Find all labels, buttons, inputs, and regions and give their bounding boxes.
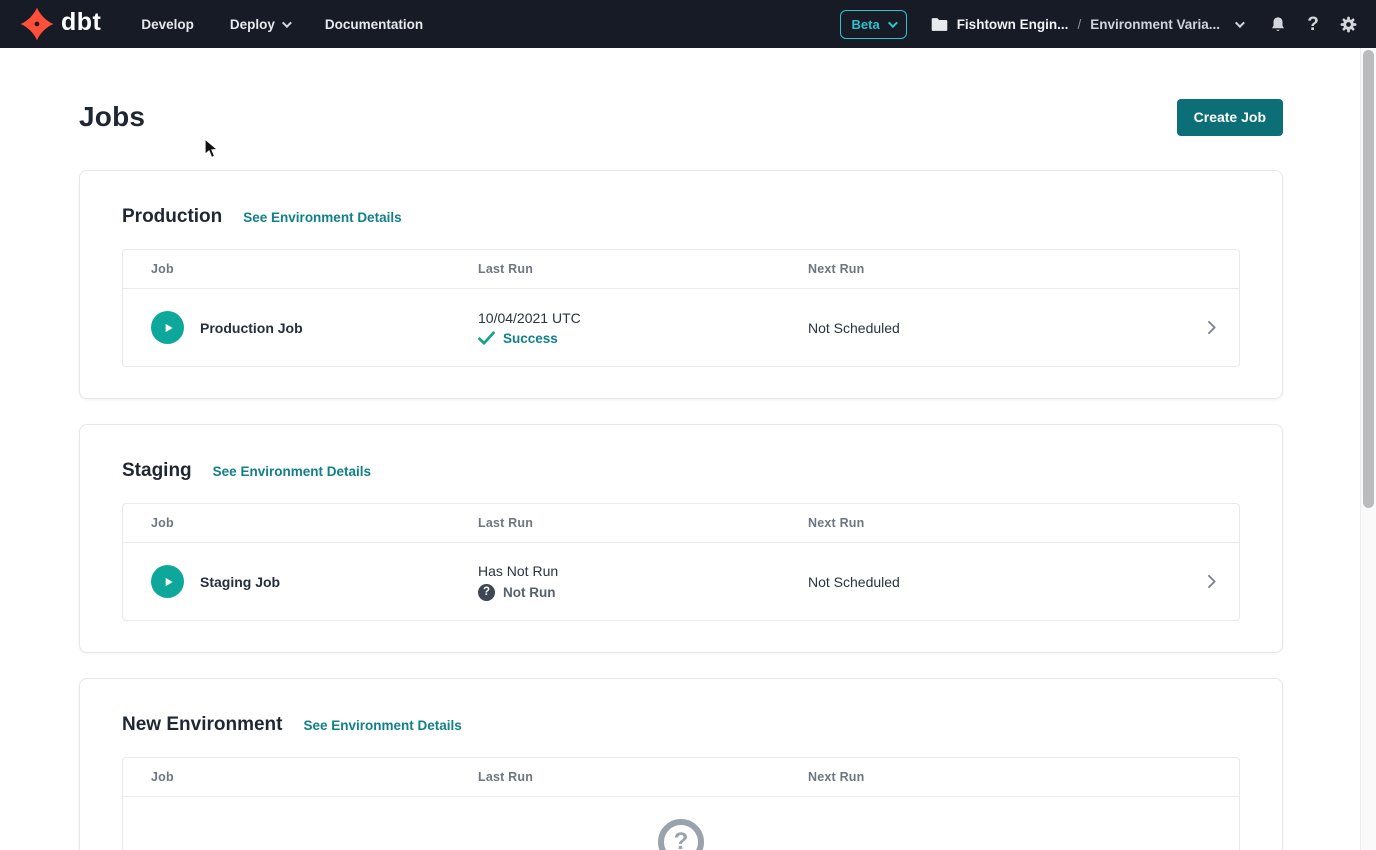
status-badge: Not Run <box>503 585 555 600</box>
environment-name: Staging <box>122 460 192 482</box>
open-job-button[interactable] <box>1183 574 1239 589</box>
chevron-down-icon <box>1235 18 1245 28</box>
column-header-job: Job <box>123 516 478 530</box>
job-name: Production Job <box>200 320 303 336</box>
question-circle-icon: ? <box>658 819 704 850</box>
beta-label: Beta <box>852 17 880 32</box>
next-run-value: Not Scheduled <box>808 320 1183 336</box>
table-header-row: Job Last Run Next Run <box>123 758 1239 797</box>
check-icon <box>478 331 495 345</box>
empty-state: ? <box>123 797 1239 850</box>
nav-item-develop[interactable]: Develop <box>141 17 194 32</box>
nav-menu: Develop Deploy Documentation <box>141 17 423 32</box>
play-icon <box>161 575 175 589</box>
column-header-next-run: Next Run <box>808 516 1183 530</box>
gear-icon[interactable] <box>1338 14 1358 34</box>
table-header-row: Job Last Run Next Run <box>123 504 1239 543</box>
column-header-job: Job <box>123 770 478 784</box>
project-breadcrumb[interactable]: Fishtown Engin... / Environment Varia... <box>931 17 1242 32</box>
page-title: Jobs <box>79 101 145 133</box>
open-job-button[interactable] <box>1183 320 1239 335</box>
job-name: Staging Job <box>200 574 280 590</box>
see-environment-details-link[interactable]: See Environment Details <box>303 718 461 733</box>
status-badge: Success <box>503 331 558 346</box>
create-job-button[interactable]: Create Job <box>1177 99 1283 136</box>
environment-name: Production <box>122 206 222 228</box>
run-job-button[interactable] <box>151 565 184 598</box>
breadcrumb-page: Environment Varia... <box>1090 17 1220 32</box>
bell-icon[interactable] <box>1268 14 1288 34</box>
jobs-table: Job Last Run Next Run ? <box>122 757 1240 850</box>
play-icon <box>161 321 175 335</box>
nav-item-deploy[interactable]: Deploy <box>230 17 289 32</box>
environment-name: New Environment <box>122 714 282 736</box>
jobs-page: Jobs Create Job Production See Environme… <box>0 98 1376 850</box>
chevron-down-icon <box>888 18 898 28</box>
see-environment-details-link[interactable]: See Environment Details <box>213 464 371 479</box>
jobs-table: Job Last Run Next Run Staging Job Has No… <box>122 503 1240 621</box>
column-header-job: Job <box>123 262 478 276</box>
column-header-last-run: Last Run <box>478 516 808 530</box>
nav-icons: ? <box>1268 14 1358 34</box>
column-header-next-run: Next Run <box>808 262 1183 276</box>
last-run-date: 10/04/2021 UTC <box>478 310 808 326</box>
scrollbar-track[interactable] <box>1360 48 1376 850</box>
nav-right: Beta Fishtown Engin... / Environment Var… <box>840 10 1359 39</box>
environment-card-new-environment: New Environment See Environment Details … <box>79 678 1283 850</box>
job-row-staging[interactable]: Staging Job Has Not Run ? Not Run Not Sc… <box>123 543 1239 620</box>
dbt-logo[interactable]: dbt <box>20 7 101 41</box>
breadcrumb-project: Fishtown Engin... <box>957 17 1069 32</box>
chevron-right-icon <box>1204 320 1219 335</box>
jobs-table: Job Last Run Next Run Production Job 10/… <box>122 249 1240 367</box>
column-header-last-run: Last Run <box>478 262 808 276</box>
folder-icon <box>931 17 948 32</box>
last-run-date: Has Not Run <box>478 563 808 579</box>
next-run-value: Not Scheduled <box>808 574 1183 590</box>
table-header-row: Job Last Run Next Run <box>123 250 1239 289</box>
help-icon[interactable]: ? <box>1303 14 1323 34</box>
beta-selector[interactable]: Beta <box>840 10 907 39</box>
column-header-next-run: Next Run <box>808 770 1183 784</box>
nav-item-documentation[interactable]: Documentation <box>325 17 423 32</box>
chevron-right-icon <box>1204 574 1219 589</box>
breadcrumb-separator: / <box>1077 17 1081 32</box>
chevron-down-icon <box>282 18 292 28</box>
brand-name: dbt <box>61 10 101 39</box>
dbt-logo-icon <box>20 7 54 41</box>
question-circle-icon: ? <box>478 584 495 601</box>
column-header-last-run: Last Run <box>478 770 808 784</box>
environment-card-staging: Staging See Environment Details Job Last… <box>79 424 1283 653</box>
top-nav: dbt Develop Deploy Documentation Beta Fi… <box>0 0 1376 48</box>
run-job-button[interactable] <box>151 311 184 344</box>
environment-card-production: Production See Environment Details Job L… <box>79 170 1283 399</box>
job-row-production[interactable]: Production Job 10/04/2021 UTC Success No… <box>123 289 1239 366</box>
scrollbar-thumb[interactable] <box>1363 50 1374 508</box>
see-environment-details-link[interactable]: See Environment Details <box>243 210 401 225</box>
